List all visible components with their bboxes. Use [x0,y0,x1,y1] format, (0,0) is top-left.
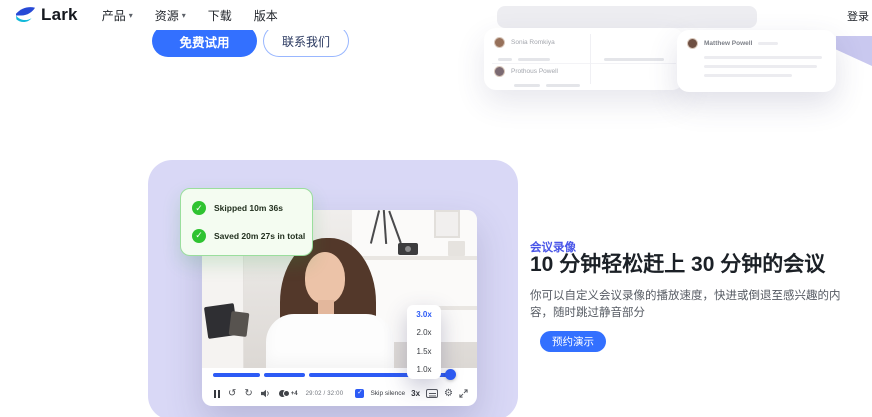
timestamp-bar [758,42,779,45]
placeholder-bar [546,84,580,87]
player-controls-right: ✓ Skip silence 3x ⚙ [355,388,468,399]
login-link[interactable]: 登录 [847,8,869,24]
participant-name: Sonia Romkiya [511,39,555,46]
chevron-down-icon: ▾ [128,10,133,20]
placeholder-bar [518,58,550,61]
divider [590,34,591,84]
camera-decor [398,243,418,255]
nav-item-download[interactable]: 下载 [208,7,232,24]
contact-us-button[interactable]: 联系我们 [263,30,349,57]
picture-frame [228,310,250,338]
brand-name: Lark [41,5,78,24]
skip-silence-label[interactable]: Skip silence [370,390,405,397]
speed-option-1x[interactable]: 1.0x [416,365,431,374]
speed-option-2x[interactable]: 2.0x [416,328,431,337]
skipped-time-label: Skipped 10m 36s [214,203,283,214]
feature-title: 10 分钟轻松赶上 30 分钟的会议 [530,253,826,276]
list-item: Prothous Powell [494,66,558,77]
chevron-down-icon: ▾ [181,10,186,20]
avatar [687,38,698,49]
volume-icon[interactable] [260,389,271,398]
player-controls: ↺ ↻ +4 29:02 / 32:00 ✓ Skip silence 3x ⚙ [214,385,468,402]
lark-landing-page: Lark 产品 ▾ 资源 ▾ 下载 版本 登录 免费试用 联系我们 Sonia … [0,0,872,417]
top-nav: Lark 产品 ▾ 资源 ▾ 下载 版本 登录 [0,0,872,30]
person-shirt [266,314,394,368]
book-demo-button[interactable]: 预约演示 [540,331,606,352]
playback-speed-menu: 3.0x 2.0x 1.5x 1.0x [407,305,441,379]
check-circle-icon: ✓ [192,201,206,216]
forward-icon[interactable]: ↻ [244,388,252,399]
nav-item-products[interactable]: 产品 ▾ [102,7,133,24]
placeholder-bar [704,56,822,59]
list-item: Sonia Romkiya [494,37,555,48]
badge-row: ✓ Saved 20m 27s in total [192,227,305,246]
skip-silence-checkbox[interactable]: ✓ [355,389,365,398]
check-circle-icon: ✓ [192,228,206,243]
participants-icon[interactable]: +4 [278,390,298,397]
placeholder-bar [498,58,512,61]
placeholder-bar [514,84,540,87]
subtitles-icon[interactable] [426,389,439,398]
placeholder-bar [604,58,664,61]
picture-frame [434,210,460,238]
nav-item-versions[interactable]: 版本 [254,7,278,24]
sender-name: Matthew Powell [704,40,753,47]
player-controls-left: ↺ ↻ +4 29:02 / 32:00 [214,388,344,399]
progress-segment [264,373,305,377]
rewind-icon[interactable]: ↺ [228,388,236,399]
chat-message-card: Matthew Powell [677,30,836,92]
lavender-decoration [836,36,872,66]
speed-option-3x[interactable]: 3.0x [416,310,432,319]
playhead-knob[interactable] [445,369,456,380]
free-trial-button[interactable]: 免费试用 [152,30,257,57]
feature-description: 你可以自定义会议录像的播放速度，快进或倒退至感兴趣的内容，随时跳过静音部分 [530,290,841,320]
message-header: Matthew Powell [687,38,779,49]
badge-row: ✓ Skipped 10m 36s [192,199,305,218]
gear-icon[interactable]: ⚙ [444,388,453,399]
placeholder-bar [704,65,817,68]
nav-item-resources[interactable]: 资源 ▾ [155,7,186,24]
lark-logo[interactable]: Lark [15,5,78,25]
shelf [352,256,477,260]
speed-button[interactable]: 3x [411,389,420,398]
playback-time: 29:02 / 32:00 [305,390,344,397]
speed-option-1-5x[interactable]: 1.5x [416,347,431,356]
divider [492,63,676,64]
decor [448,241,465,256]
participant-name: Prothous Powell [511,68,558,75]
hero-buttons: 免费试用 联系我们 [152,30,382,58]
pause-icon[interactable] [214,389,220,398]
placeholder-bar [704,74,792,77]
participants-list-card: Sonia Romkiya Prothous Powell [484,28,684,90]
time-saved-badge-card: ✓ Skipped 10m 36s ✓ Saved 20m 27s in tot… [180,188,313,256]
person-face [305,252,345,304]
avatar [494,66,505,77]
saved-time-label: Saved 20m 27s in total [214,230,306,241]
lark-bird-icon [16,6,35,22]
avatar [494,37,505,48]
fullscreen-icon[interactable] [459,389,468,398]
progress-segment [213,373,260,377]
